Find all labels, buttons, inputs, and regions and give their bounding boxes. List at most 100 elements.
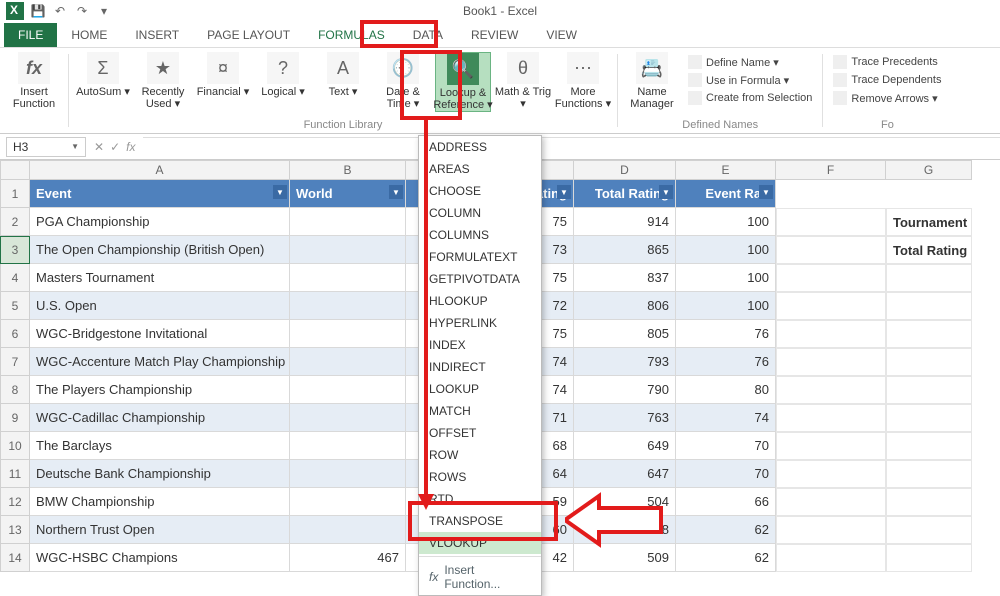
cell-F5[interactable]: [776, 292, 886, 320]
filter-icon[interactable]: ▼: [557, 185, 571, 199]
row-header-6[interactable]: 6: [0, 320, 30, 348]
header-world[interactable]: World▼: [290, 180, 406, 208]
header-event[interactable]: Event▼: [30, 180, 290, 208]
tab-data[interactable]: DATA: [399, 23, 457, 47]
tab-formulas[interactable]: FORMULAS: [304, 23, 399, 47]
row-header-4[interactable]: 4: [0, 264, 30, 292]
insert-function-button[interactable]: fx Insert Function: [6, 52, 62, 110]
cell-D2[interactable]: 914: [574, 208, 676, 236]
cell-A3[interactable]: The Open Championship (British Open): [30, 236, 290, 264]
cell-G5[interactable]: [886, 292, 972, 320]
enter-formula-icon[interactable]: ✓: [110, 140, 120, 154]
cell-A10[interactable]: The Barclays: [30, 432, 290, 460]
text-button[interactable]: A Text ▾: [315, 52, 371, 112]
cell-F9[interactable]: [776, 404, 886, 432]
column-header-A[interactable]: A: [30, 160, 290, 180]
column-header-B[interactable]: B: [290, 160, 406, 180]
cell-A2[interactable]: PGA Championship: [30, 208, 290, 236]
cell-G13[interactable]: [886, 516, 972, 544]
cell-G1[interactable]: [886, 180, 972, 208]
row-header-12[interactable]: 12: [0, 488, 30, 516]
cell-D3[interactable]: 865: [574, 236, 676, 264]
menu-item-rows[interactable]: ROWS: [419, 466, 541, 488]
cell-E12[interactable]: 66: [676, 488, 776, 516]
header-total-rating[interactable]: Total Rating▼: [574, 180, 676, 208]
cell-G6[interactable]: [886, 320, 972, 348]
remove-arrows-button[interactable]: Remove Arrows ▾: [829, 90, 945, 106]
name-box[interactable]: H3▼: [6, 137, 86, 157]
cell-E9[interactable]: 74: [676, 404, 776, 432]
cell-B3[interactable]: [290, 236, 406, 264]
row-header-9[interactable]: 9: [0, 404, 30, 432]
cell-G9[interactable]: [886, 404, 972, 432]
row-header-11[interactable]: 11: [0, 460, 30, 488]
cell-F2[interactable]: [776, 208, 886, 236]
tab-view[interactable]: VIEW: [532, 23, 591, 47]
cell-G14[interactable]: [886, 544, 972, 572]
filter-icon[interactable]: ▼: [389, 185, 403, 199]
autosum-button[interactable]: Σ AutoSum ▾: [75, 52, 131, 112]
define-name-button[interactable]: Define Name ▾: [684, 54, 816, 70]
cell-B6[interactable]: [290, 320, 406, 348]
tab-home[interactable]: HOME: [57, 23, 121, 47]
cell-B13[interactable]: [290, 516, 406, 544]
cell-G3[interactable]: Total Rating: [886, 236, 972, 264]
cell-B2[interactable]: [290, 208, 406, 236]
cell-A5[interactable]: U.S. Open: [30, 292, 290, 320]
filter-icon[interactable]: ▼: [759, 185, 773, 199]
tab-insert[interactable]: INSERT: [121, 23, 193, 47]
cell-F7[interactable]: [776, 348, 886, 376]
column-header-F[interactable]: F: [776, 160, 886, 180]
cell-A8[interactable]: The Players Championship: [30, 376, 290, 404]
qat-save-icon[interactable]: 💾: [30, 3, 46, 19]
cell-D14[interactable]: 509: [574, 544, 676, 572]
cell-A13[interactable]: Northern Trust Open: [30, 516, 290, 544]
math-trig-button[interactable]: θ Math & Trig ▾: [495, 52, 551, 112]
cell-F1[interactable]: [776, 180, 886, 208]
cell-B11[interactable]: [290, 460, 406, 488]
cell-F10[interactable]: [776, 432, 886, 460]
menu-item-vlookup[interactable]: VLOOKUP: [419, 532, 541, 554]
menu-item-hlookup[interactable]: HLOOKUP: [419, 290, 541, 312]
cell-A12[interactable]: BMW Championship: [30, 488, 290, 516]
recently-used-button[interactable]: ★ Recently Used ▾: [135, 52, 191, 112]
qat-undo-icon[interactable]: ↶: [52, 3, 68, 19]
cell-G11[interactable]: [886, 460, 972, 488]
column-header-E[interactable]: E: [676, 160, 776, 180]
datetime-button[interactable]: 🕘 Date & Time ▾: [375, 52, 431, 112]
tab-review[interactable]: REVIEW: [457, 23, 532, 47]
cell-F8[interactable]: [776, 376, 886, 404]
trace-dependents-button[interactable]: Trace Dependents: [829, 72, 945, 88]
tab-file[interactable]: FILE: [4, 23, 57, 47]
cell-A11[interactable]: Deutsche Bank Championship: [30, 460, 290, 488]
create-from-selection-button[interactable]: Create from Selection: [684, 90, 816, 106]
cell-D9[interactable]: 763: [574, 404, 676, 432]
cell-B10[interactable]: [290, 432, 406, 460]
qat-redo-icon[interactable]: ↷: [74, 3, 90, 19]
row-header-10[interactable]: 10: [0, 432, 30, 460]
cell-F4[interactable]: [776, 264, 886, 292]
fx-label-icon[interactable]: fx: [126, 140, 135, 154]
cell-B14[interactable]: 467: [290, 544, 406, 572]
cell-D5[interactable]: 806: [574, 292, 676, 320]
cell-E13[interactable]: 62: [676, 516, 776, 544]
row-header-13[interactable]: 13: [0, 516, 30, 544]
cell-B9[interactable]: [290, 404, 406, 432]
cell-F6[interactable]: [776, 320, 886, 348]
cell-B4[interactable]: [290, 264, 406, 292]
trace-precedents-button[interactable]: Trace Precedents: [829, 54, 945, 70]
cell-B8[interactable]: [290, 376, 406, 404]
column-header-G[interactable]: G: [886, 160, 972, 180]
menu-item-columns[interactable]: COLUMNS: [419, 224, 541, 246]
cell-D13[interactable]: 518: [574, 516, 676, 544]
cancel-formula-icon[interactable]: ✕: [94, 140, 104, 154]
cell-A4[interactable]: Masters Tournament: [30, 264, 290, 292]
cell-A7[interactable]: WGC-Accenture Match Play Championship: [30, 348, 290, 376]
menu-item-choose[interactable]: CHOOSE: [419, 180, 541, 202]
row-header-2[interactable]: 2: [0, 208, 30, 236]
filter-icon[interactable]: ▼: [659, 185, 673, 199]
tab-page-layout[interactable]: PAGE LAYOUT: [193, 23, 304, 47]
filter-icon[interactable]: ▼: [273, 185, 287, 199]
more-functions-button[interactable]: ⋯ More Functions ▾: [555, 52, 611, 112]
cell-E6[interactable]: 76: [676, 320, 776, 348]
